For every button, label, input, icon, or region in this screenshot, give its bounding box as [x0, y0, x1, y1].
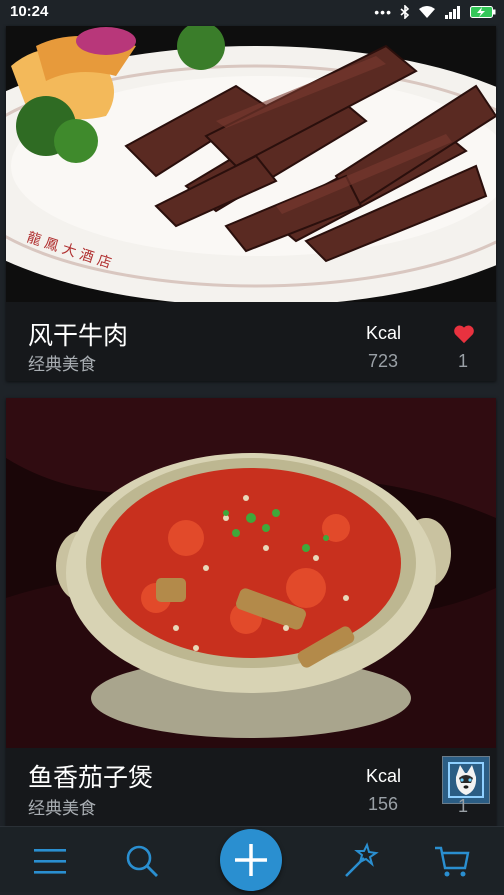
signal-icon [445, 6, 460, 19]
recipe-card[interactable]: 龍 鳳 大 酒 店 风干牛肉 经典美食 Kcal 723 1 [6, 26, 496, 381]
recipe-card[interactable]: 鱼香茄子煲 经典美食 Kcal 156 1 [6, 398, 496, 826]
kcal-value: 723 [368, 351, 399, 371]
recipe-title: 鱼香茄子煲 [28, 763, 154, 792]
air-dried-beef-photo[interactable]: 龍 鳳 大 酒 店 [6, 26, 496, 302]
search-icon[interactable] [122, 841, 162, 881]
recipe-subtitle: 经典美食 [28, 799, 96, 819]
recipe-subtitle: 经典美食 [28, 355, 96, 375]
kcal-value: 156 [368, 794, 399, 814]
add-icon [235, 844, 267, 876]
recipe-title: 风干牛肉 [28, 321, 129, 350]
status-icons: ••• [374, 4, 496, 20]
heart-icon[interactable] [453, 324, 475, 344]
wifi-icon [419, 6, 435, 18]
like-count: 1 [458, 796, 469, 816]
like-count: 1 [458, 351, 469, 371]
cart-icon[interactable] [432, 841, 472, 881]
battery-charging-icon [470, 6, 496, 18]
magic-wand-icon[interactable] [340, 841, 380, 881]
status-time: 10:24 [10, 3, 49, 20]
more-dots-icon: ••• [374, 4, 392, 20]
kcal-label: Kcal [366, 323, 402, 343]
add-button[interactable] [220, 829, 282, 891]
recipe-feed[interactable]: 龍 鳳 大 酒 店 风干牛肉 经典美食 Kcal 723 1 鱼香茄子煲 经典美… [0, 24, 504, 826]
kcal-label: Kcal [366, 766, 402, 786]
bottom-nav [0, 826, 504, 892]
bluetooth-icon [400, 5, 410, 19]
menu-icon[interactable] [30, 841, 70, 881]
status-bar: 10:24 ••• [0, 0, 504, 24]
eggplant-clay-pot-photo[interactable] [6, 398, 496, 748]
